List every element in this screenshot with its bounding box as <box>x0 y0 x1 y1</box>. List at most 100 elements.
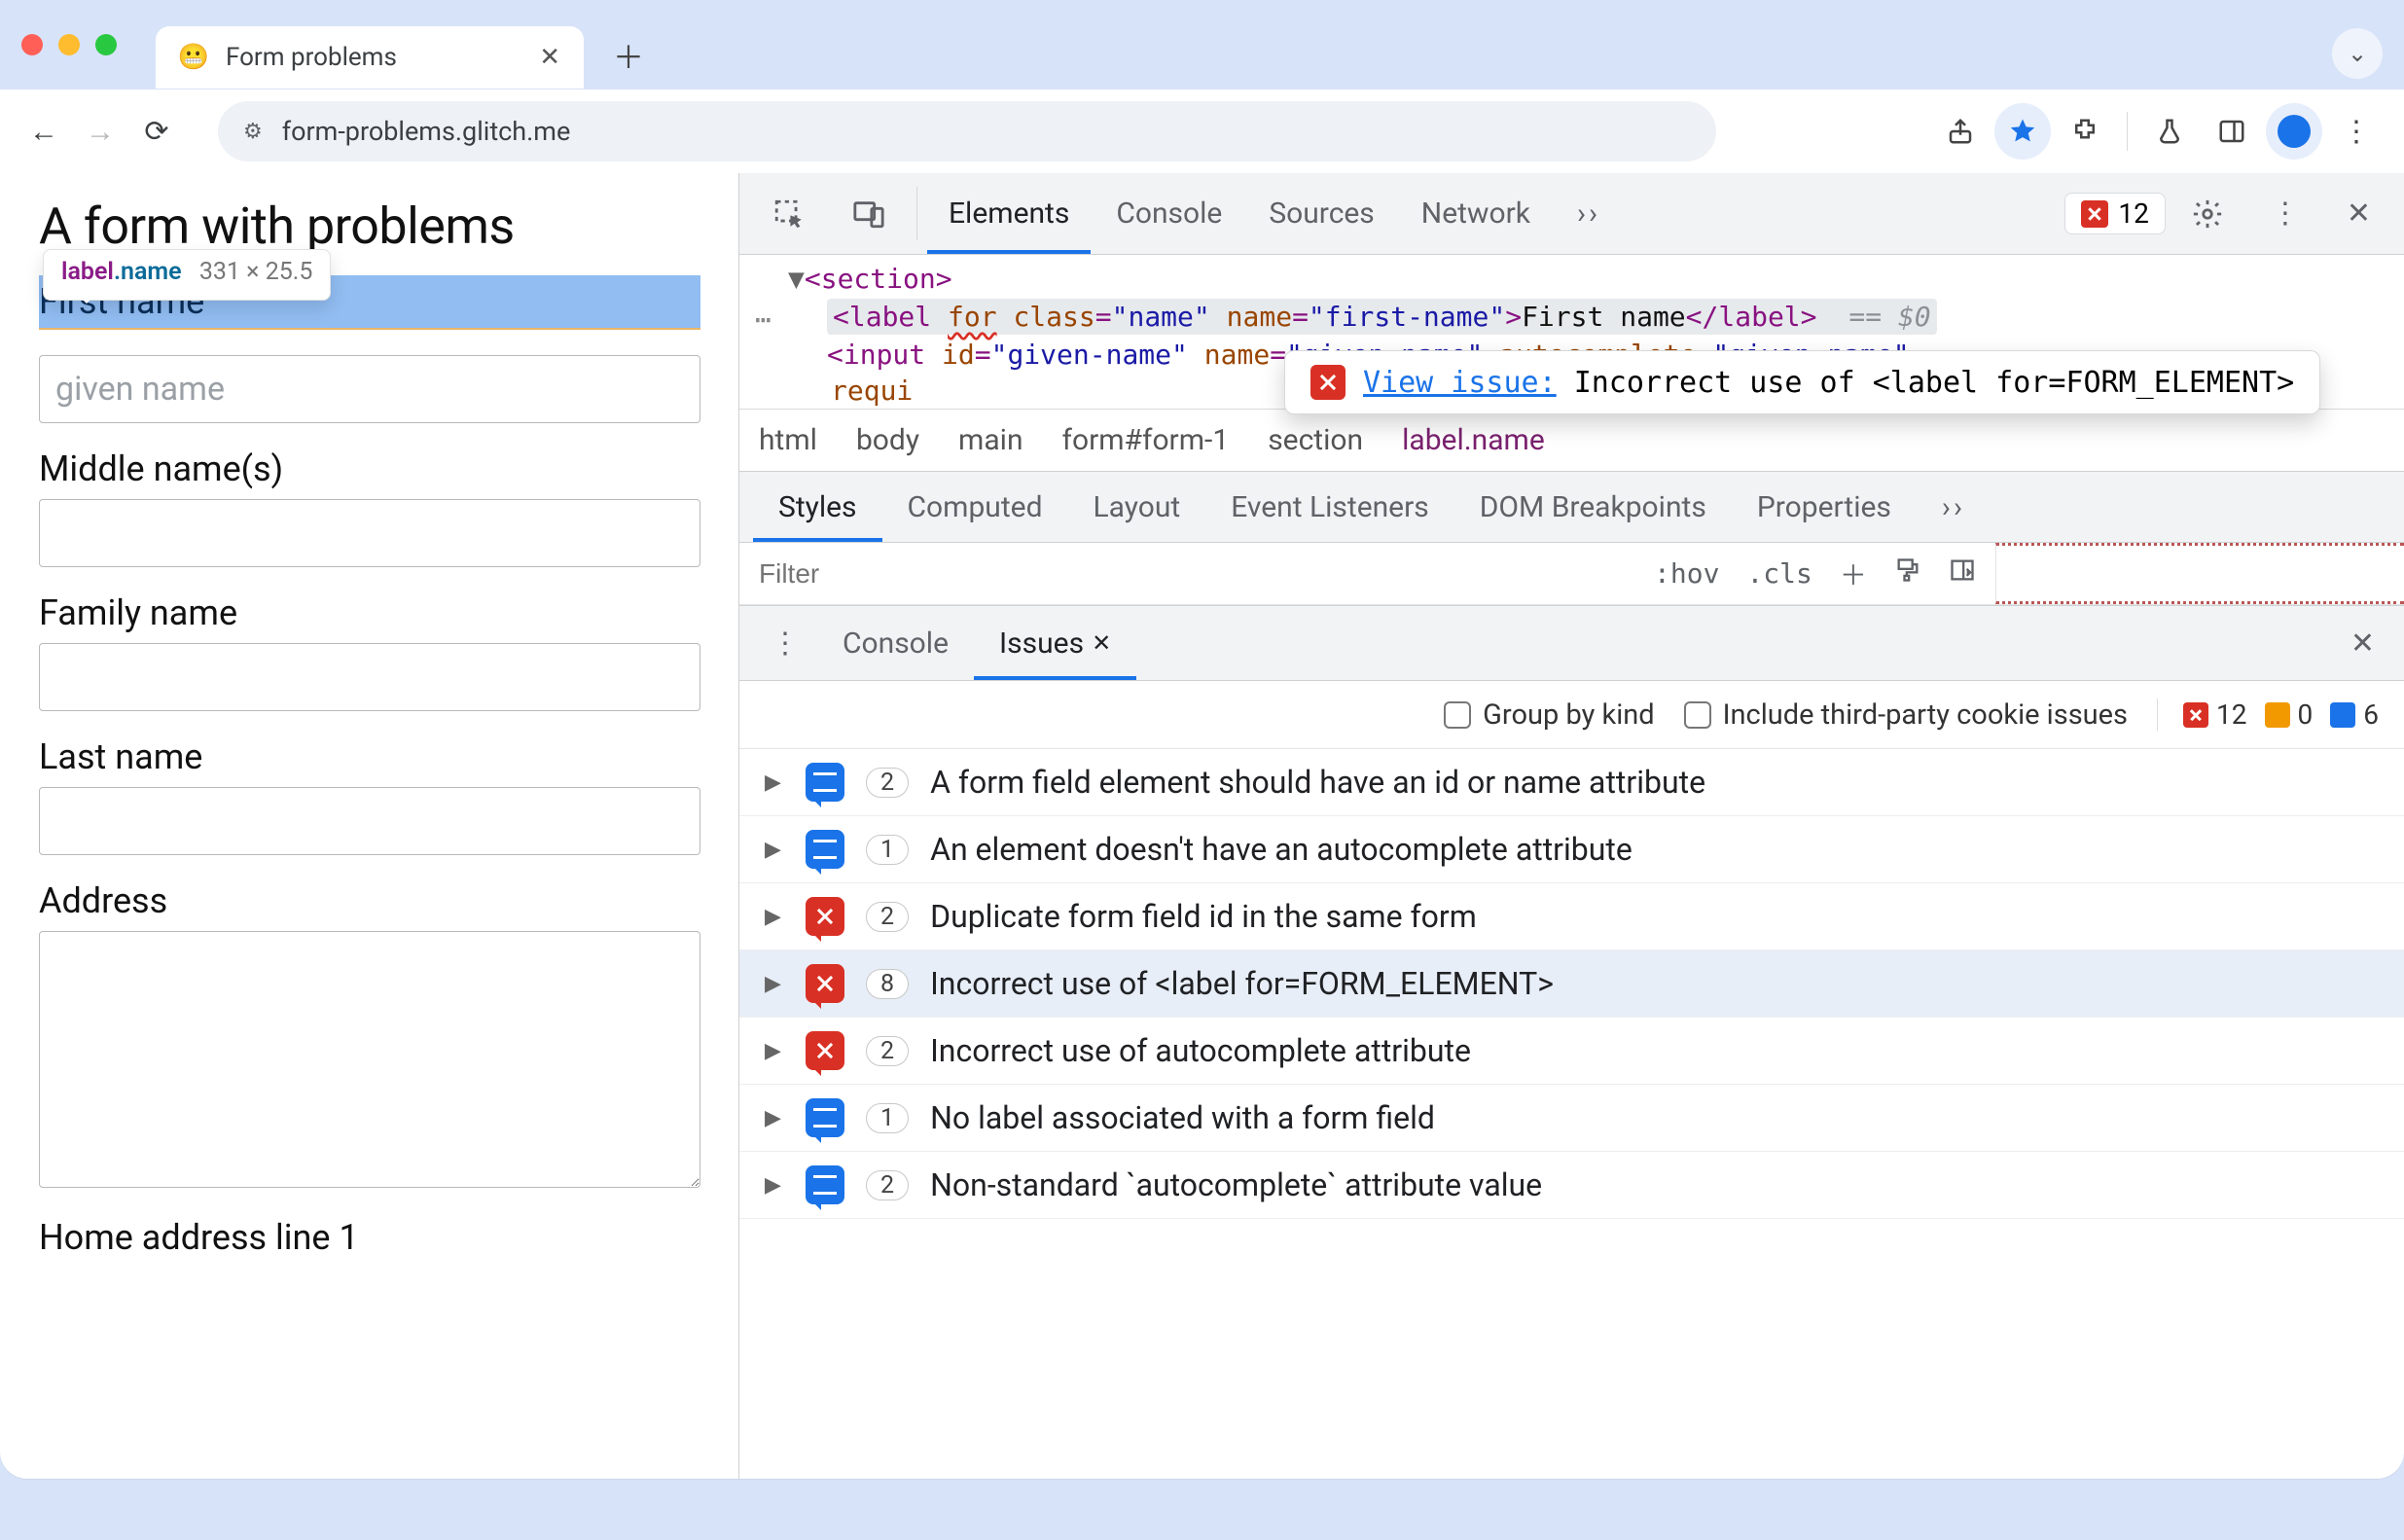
reload-button[interactable]: ⟳ <box>132 115 181 149</box>
styles-tab-layout[interactable]: Layout <box>1068 472 1206 542</box>
titlebar: 😬 Form problems ✕ ＋ ⌄ <box>0 0 2404 90</box>
issues-list[interactable]: ▶ 2 A form field element should have an id… <box>739 749 2404 1219</box>
drawer-tab-console[interactable]: Console <box>817 606 974 680</box>
site-controls-icon[interactable]: ⚙ <box>243 120 263 144</box>
address-textarea[interactable] <box>39 931 700 1188</box>
extensions-button[interactable] <box>2057 103 2113 160</box>
devtools-menu-button[interactable]: ⋮ <box>2249 173 2321 254</box>
new-style-rule-button[interactable]: ＋ <box>1840 555 1867 593</box>
third-party-checkbox[interactable]: Include third-party cookie issues <box>1684 698 2128 732</box>
tree-overflow-icon[interactable]: ⋯ <box>755 304 771 336</box>
issue-row[interactable]: ▶2Incorrect use of autocomplete attribut… <box>739 1018 2404 1085</box>
crumb[interactable]: label.name <box>1402 423 1545 457</box>
crumb[interactable]: form#form-1 <box>1062 423 1230 457</box>
styles-paint-icon[interactable] <box>1894 556 1921 591</box>
device-toolbar-button[interactable] <box>831 173 907 254</box>
error-counter[interactable]: 12 <box>2064 193 2165 234</box>
labs-button[interactable] <box>2141 103 2198 160</box>
issue-row[interactable]: ▶2Duplicate form field id in the same fo… <box>739 883 2404 950</box>
crumb[interactable]: body <box>856 423 919 457</box>
elements-tree[interactable]: ⋯ ▼<section> <label for class="name" nam… <box>739 255 2404 409</box>
styles-tab-dom-breakpoints[interactable]: DOM Breakpoints <box>1454 472 1732 542</box>
address-bar[interactable]: ⚙ form-problems.glitch.me <box>218 101 1716 161</box>
profile-button[interactable] <box>2266 103 2322 160</box>
crumb[interactable]: html <box>759 423 817 457</box>
issue-row[interactable]: ▶8Incorrect use of <label for=FORM_ELEME… <box>739 950 2404 1018</box>
disclosure-icon[interactable]: ▶ <box>765 770 784 795</box>
issue-row[interactable]: ▶2Non-standard `autocomplete` attribute … <box>739 1152 2404 1219</box>
drawer-tab-issues[interactable]: Issues ✕ <box>974 606 1136 680</box>
page-heading: A form with problems <box>39 197 700 256</box>
tree-selected-node[interactable]: <label for class="name" name="first-name… <box>827 299 1937 335</box>
browser-menu-button[interactable]: ⋮ <box>2328 103 2385 160</box>
issue-text: An element doesn't have an autocomplete … <box>930 831 1633 868</box>
styles-filter-bar: :hov .cls ＋ <box>739 543 2404 605</box>
styles-tab-styles[interactable]: Styles <box>753 472 882 542</box>
browser-tab[interactable]: 😬 Form problems ✕ <box>156 26 584 89</box>
styles-filter-input[interactable] <box>739 543 1634 604</box>
tree-section-tag: <section> <box>805 263 952 295</box>
issue-row[interactable]: ▶ 1 No label associated with a form field <box>739 1085 2404 1152</box>
disclosure-icon[interactable]: ▶ <box>765 972 784 996</box>
forward-button[interactable]: → <box>76 115 125 149</box>
cls-toggle[interactable]: .cls <box>1746 557 1812 590</box>
middle-name-input[interactable] <box>39 499 700 567</box>
issue-text: A form field element should have an id o… <box>930 764 1705 801</box>
tab-close-button[interactable]: ✕ <box>539 43 560 72</box>
issue-text: No label associated with a form field <box>930 1099 1435 1136</box>
back-button[interactable]: ← <box>19 115 68 149</box>
drawer-close-button[interactable]: ✕ <box>2335 606 2390 680</box>
styles-tab-computed[interactable]: Computed <box>882 472 1068 542</box>
tab-console[interactable]: Console <box>1094 173 1243 254</box>
window-minimize-button[interactable] <box>58 34 80 55</box>
issue-row[interactable]: ▶1An element doesn't have an autocomplet… <box>739 816 2404 883</box>
hov-toggle[interactable]: :hov <box>1654 557 1719 590</box>
issue-count-pill: 1 <box>866 1103 909 1133</box>
info-count[interactable]: 6 <box>2330 698 2379 731</box>
styles-tabs-overflow[interactable]: › › <box>1917 472 1988 542</box>
tabs-dropdown-button[interactable]: ⌄ <box>2332 28 2383 79</box>
first-name-input[interactable] <box>39 355 700 423</box>
errors-count[interactable]: 12 <box>2183 698 2246 731</box>
disclosure-icon[interactable]: ▶ <box>765 1173 784 1198</box>
crumb[interactable]: main <box>958 423 1023 457</box>
issue-count-badges: 12 0 6 <box>2157 698 2379 731</box>
disclosure-icon[interactable]: ▶ <box>765 905 784 929</box>
tab-elements[interactable]: Elements <box>927 173 1091 254</box>
computed-toggle-icon[interactable] <box>1949 556 1976 591</box>
tab-network[interactable]: Network <box>1400 173 1552 254</box>
issue-row[interactable]: ▶ 2 A form field element should have an id… <box>739 749 2404 816</box>
devtools-close-button[interactable]: ✕ <box>2325 173 2392 254</box>
window-close-button[interactable] <box>21 34 43 55</box>
side-panel-button[interactable] <box>2204 103 2260 160</box>
crumb[interactable]: section <box>1268 423 1363 457</box>
styles-empty-area <box>1995 543 2404 604</box>
window-zoom-button[interactable] <box>95 34 117 55</box>
drawer-menu-button[interactable]: ⋮ <box>753 606 817 680</box>
tab-sources[interactable]: Sources <box>1247 173 1395 254</box>
group-by-kind-checkbox[interactable]: Group by kind <box>1444 698 1654 732</box>
devtools-settings-button[interactable] <box>2170 173 2245 254</box>
dom-breadcrumbs[interactable]: html body main form#form-1 section label… <box>739 409 2404 471</box>
severity-icon <box>806 830 844 869</box>
issues-tab-close-icon[interactable]: ✕ <box>1092 629 1111 657</box>
view-issue-link[interactable]: View issue: <box>1363 366 1557 400</box>
popover-text: Incorrect use of <label for=FORM_ELEMENT… <box>1574 366 2295 400</box>
warnings-count[interactable]: 0 <box>2265 698 2314 731</box>
disclosure-icon[interactable]: ▶ <box>765 1039 784 1063</box>
styles-tab-properties[interactable]: Properties <box>1732 472 1917 542</box>
bookmark-button[interactable] <box>1994 103 2051 160</box>
disclosure-icon[interactable]: ▶ <box>765 838 784 862</box>
inspect-element-button[interactable] <box>751 173 827 254</box>
family-name-input[interactable] <box>39 643 700 711</box>
new-tab-button[interactable]: ＋ <box>601 28 656 83</box>
share-button[interactable] <box>1932 103 1989 160</box>
middle-name-label: Middle name(s) <box>39 448 700 489</box>
issue-count-pill: 2 <box>866 768 909 798</box>
last-name-input[interactable] <box>39 787 700 855</box>
severity-icon <box>806 964 844 1003</box>
tabs-overflow-button[interactable]: › › <box>1556 173 1619 254</box>
issue-popover[interactable]: View issue: Incorrect use of <label for=… <box>1284 350 2320 414</box>
disclosure-icon[interactable]: ▶ <box>765 1106 784 1130</box>
styles-tab-event-listeners[interactable]: Event Listeners <box>1205 472 1454 542</box>
